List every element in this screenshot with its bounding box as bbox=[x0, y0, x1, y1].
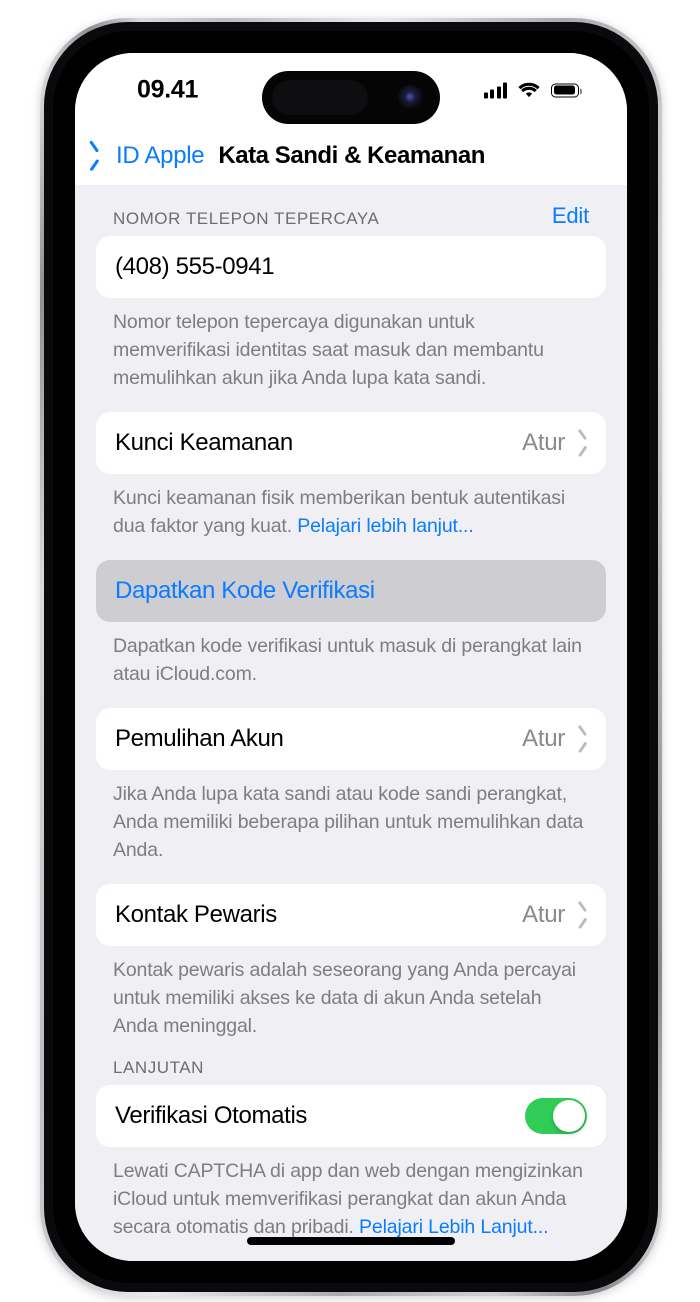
get-verification-code-row[interactable]: Dapatkan Kode Verifikasi bbox=[96, 560, 606, 622]
page-title: Kata Sandi & Keamanan bbox=[218, 142, 485, 169]
security-key-row[interactable]: Kunci Keamanan Atur bbox=[96, 412, 606, 474]
trusted-phone-row[interactable]: (408) 555-0941 bbox=[96, 236, 606, 298]
legacy-contact-value: Atur bbox=[522, 901, 565, 928]
advanced-learn-more-link[interactable]: Pelajari Lebih Lanjut... bbox=[359, 1216, 549, 1238]
auto-verification-label: Verifikasi Otomatis bbox=[115, 1102, 308, 1129]
auto-verification-toggle[interactable] bbox=[525, 1098, 587, 1134]
security-key-footnote: Kunci keamanan fisik memberikan bentuk a… bbox=[96, 474, 606, 540]
security-key-card: Kunci Keamanan Atur bbox=[96, 412, 606, 474]
get-verification-code-label: Dapatkan Kode Verifikasi bbox=[115, 577, 375, 604]
front-camera-icon bbox=[398, 85, 423, 110]
verification-code-footnote: Dapatkan kode verifikasi untuk masuk di … bbox=[113, 635, 582, 685]
iphone-screen: 09.41 ID Apple Kata Sandi & Keamanan NOM… bbox=[75, 53, 627, 1261]
auto-verification-row[interactable]: Verifikasi Otomatis bbox=[96, 1085, 606, 1147]
account-recovery-label: Pemulihan Akun bbox=[115, 725, 284, 752]
legacy-contact-label: Kontak Pewaris bbox=[115, 901, 277, 928]
account-recovery-row[interactable]: Pemulihan Akun Atur bbox=[96, 708, 606, 770]
security-key-value: Atur bbox=[522, 429, 565, 456]
chevron-right-icon bbox=[576, 906, 587, 925]
security-key-label: Kunci Keamanan bbox=[115, 429, 293, 456]
status-bar-clock: 09.41 bbox=[137, 75, 199, 104]
trusted-phone-header-label: NOMOR TELEPON TEPERCAYA bbox=[113, 209, 380, 228]
advanced-card: Verifikasi Otomatis bbox=[96, 1085, 606, 1147]
navigation-bar: ID Apple Kata Sandi & Keamanan bbox=[75, 127, 627, 185]
screenshot-stage: 09.41 ID Apple Kata Sandi & Keamanan NOM… bbox=[0, 0, 700, 1302]
chevron-left-icon bbox=[97, 145, 110, 167]
back-button[interactable]: ID Apple bbox=[97, 142, 205, 170]
trusted-phone-section-header: NOMOR TELEPON TEPERCAYA Edit bbox=[96, 185, 606, 236]
home-indicator[interactable] bbox=[247, 1237, 455, 1245]
security-key-accessory: Atur bbox=[522, 429, 587, 457]
legacy-contact-row[interactable]: Kontak Pewaris Atur bbox=[96, 884, 606, 946]
advanced-footnote: Lewati CAPTCHA di app dan web dengan men… bbox=[96, 1147, 606, 1241]
device-midframe: 09.41 ID Apple Kata Sandi & Keamanan NOM… bbox=[44, 22, 658, 1292]
edit-button[interactable]: Edit bbox=[552, 203, 589, 229]
verification-code-card: Dapatkan Kode Verifikasi bbox=[96, 560, 606, 622]
legacy-contact-accessory: Atur bbox=[522, 901, 587, 929]
cellular-signal-icon bbox=[483, 82, 507, 98]
advanced-header-label: LANJUTAN bbox=[113, 1058, 204, 1077]
iphone-device-frame: 09.41 ID Apple Kata Sandi & Keamanan NOM… bbox=[40, 18, 662, 1296]
trusted-phone-footnote: Nomor telepon tepercaya digunakan untuk … bbox=[113, 311, 544, 389]
account-recovery-accessory: Atur bbox=[522, 725, 587, 753]
account-recovery-value: Atur bbox=[522, 725, 565, 752]
security-key-learn-more-link[interactable]: Pelajari lebih lanjut... bbox=[297, 515, 473, 537]
wifi-icon bbox=[518, 82, 540, 98]
chevron-right-icon bbox=[576, 730, 587, 749]
device-bezel: 09.41 ID Apple Kata Sandi & Keamanan NOM… bbox=[53, 31, 649, 1283]
advanced-section-header: LANJUTAN bbox=[96, 1040, 606, 1085]
battery-icon bbox=[551, 83, 582, 97]
back-button-label: ID Apple bbox=[116, 142, 205, 169]
status-bar-indicators bbox=[483, 82, 582, 99]
dynamic-island bbox=[262, 71, 440, 124]
legacy-contact-card: Kontak Pewaris Atur bbox=[96, 884, 606, 946]
legacy-contact-footnote: Kontak pewaris adalah seseorang yang And… bbox=[113, 959, 576, 1037]
dynamic-island-sensor-pill bbox=[272, 80, 368, 115]
toggle-knob bbox=[553, 1100, 585, 1132]
chevron-right-icon bbox=[576, 434, 587, 453]
settings-scroll-view[interactable]: NOMOR TELEPON TEPERCAYA Edit (408) 555-0… bbox=[75, 185, 627, 1261]
trusted-phone-number: (408) 555-0941 bbox=[115, 253, 275, 280]
status-bar: 09.41 bbox=[75, 53, 627, 127]
account-recovery-card: Pemulihan Akun Atur bbox=[96, 708, 606, 770]
trusted-phone-card: (408) 555-0941 bbox=[96, 236, 606, 298]
account-recovery-footnote: Jika Anda lupa kata sandi atau kode sand… bbox=[113, 783, 584, 861]
